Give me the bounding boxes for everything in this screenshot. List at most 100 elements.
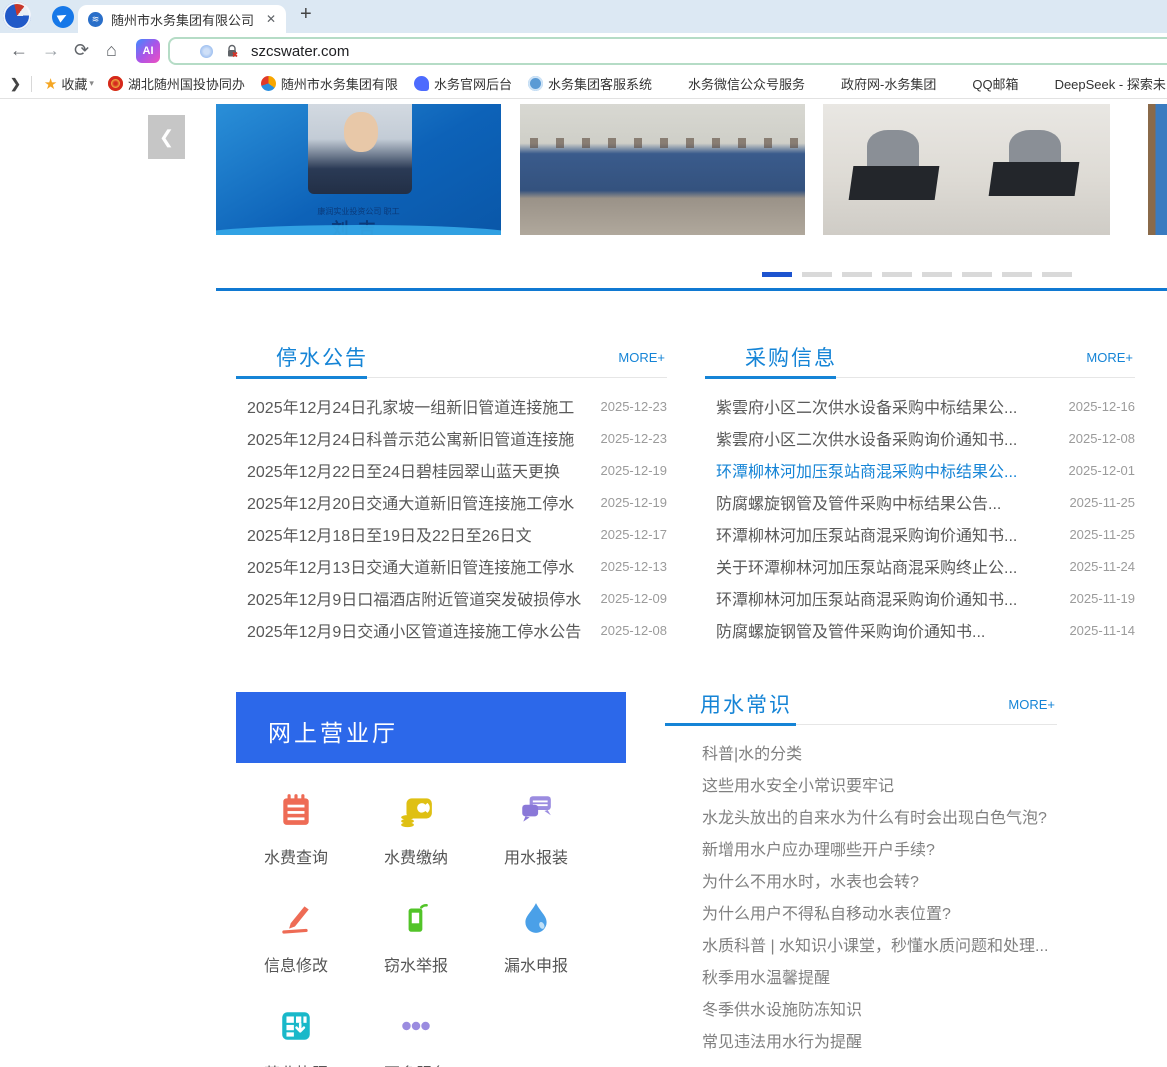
- item-date: 2025-11-25: [1069, 495, 1135, 510]
- service-info-modify[interactable]: 信息修改: [236, 896, 356, 1004]
- knowledge-list-item[interactable]: 为什么用户不得私自移动水表位置?: [665, 899, 1057, 931]
- blue-divider-line: [216, 288, 1167, 291]
- site-info-icon[interactable]: [200, 45, 213, 58]
- outage-list-item[interactable]: 2025年12月13日交通大道新旧管连接施工停水2025-12-13: [236, 550, 667, 582]
- item-date: 2025-11-25: [1069, 527, 1135, 542]
- new-tab-button[interactable]: +: [300, 3, 312, 26]
- service-business-license[interactable]: 营业执照: [236, 1004, 356, 1067]
- carousel-dot[interactable]: [762, 272, 792, 277]
- tab-title: 随州市水务集团有限公司: [111, 10, 258, 29]
- bookmark-item[interactable]: 水务官网后台: [414, 74, 512, 93]
- knowledge-list-item[interactable]: 水质科普 | 水知识小课堂，秒懂水质问题和处理...: [665, 931, 1057, 963]
- carousel-photo-employee-card[interactable]: 康润实业投资公司 职工 刘吉: [216, 104, 501, 235]
- service-water-installation[interactable]: 用水报装: [476, 788, 596, 896]
- browser-tab[interactable]: ≋ 随州市水务集团有限公司 ✕: [78, 5, 286, 33]
- carousel-dot[interactable]: [1042, 272, 1072, 277]
- knowledge-more-link[interactable]: MORE+: [1008, 697, 1055, 712]
- water-drop-icon: [476, 900, 596, 938]
- forward-icon[interactable]: →: [42, 40, 60, 61]
- knowledge-list-item[interactable]: 科普|水的分类: [665, 739, 1057, 771]
- wallet-icon: [356, 792, 476, 830]
- bookmark-item[interactable]: 随州市水务集团有限: [261, 74, 398, 93]
- outage-list-item[interactable]: 2025年12月24日科普示范公寓新旧管道连接施2025-12-23: [236, 422, 667, 454]
- online-hall-banner[interactable]: 网上营业厅: [236, 692, 626, 763]
- more-dots-icon: [356, 1008, 476, 1046]
- carousel-dot[interactable]: [1002, 272, 1032, 277]
- sidebar-toggle-icon[interactable]: ❯: [10, 76, 21, 92]
- bookmark-item[interactable]: QQ邮箱: [952, 74, 1018, 93]
- item-title: 2025年12月22日至24日碧桂园翠山蓝天更换: [236, 458, 568, 482]
- knowledge-list-item[interactable]: 这些用水安全小常识要牢记: [665, 771, 1057, 803]
- service-label: 更多服务: [356, 1060, 476, 1067]
- procurement-list-item-highlighted[interactable]: 环潭柳林河加压泵站商混采购中标结果公...2025-12-01: [705, 454, 1135, 486]
- bookmark-icon: [528, 76, 543, 91]
- outage-list-item[interactable]: 2025年12月22日至24日碧桂园翠山蓝天更换2025-12-19: [236, 454, 667, 486]
- outage-list-item[interactable]: 2025年12月18日至19日及22日至26日文2025-12-17: [236, 518, 667, 550]
- url-text[interactable]: szcswater.com: [251, 43, 349, 60]
- carousel-dot[interactable]: [962, 272, 992, 277]
- service-water-fee-payment[interactable]: 水费缴纳: [356, 788, 476, 896]
- bookmark-item[interactable]: DeepSeek - 探索未: [1035, 74, 1166, 93]
- knowledge-list-item[interactable]: 常见违法用水行为提醒: [665, 1027, 1057, 1059]
- item-date: 2025-12-23: [601, 431, 668, 446]
- service-water-fee-query[interactable]: 水费查询: [236, 788, 356, 896]
- knowledge-list-item[interactable]: 为什么不用水时，水表也会转?: [665, 867, 1057, 899]
- bookmark-item[interactable]: 水务集团客服系统: [528, 74, 652, 93]
- carousel-pagination: [762, 272, 1072, 277]
- carousel-photo-office[interactable]: [823, 104, 1110, 235]
- carousel-dot[interactable]: [922, 272, 952, 277]
- knowledge-list-item[interactable]: 新增用水户应办理哪些开户手续?: [665, 835, 1057, 867]
- knowledge-list-item[interactable]: 冬季供水设施防冻知识: [665, 995, 1057, 1027]
- procurement-list-item[interactable]: 紫雲府小区二次供水设备采购询价通知书...2025-12-08: [705, 422, 1135, 454]
- bookmark-label: 湖北随州国投协同办: [128, 74, 245, 93]
- knowledge-list-item[interactable]: 秋季用水温馨提醒: [665, 963, 1057, 995]
- knowledge-section-title: 用水常识: [700, 689, 792, 719]
- carousel-photo-group[interactable]: [520, 104, 805, 235]
- carousel-dot[interactable]: [802, 272, 832, 277]
- procurement-section-title: 采购信息: [745, 342, 837, 372]
- procurement-list-item[interactable]: 防腐螺旋钢管及管件采购中标结果公告... 2025-11-25: [705, 486, 1135, 518]
- home-icon[interactable]: ⌂: [106, 40, 117, 61]
- item-date: 2025-11-19: [1069, 591, 1135, 606]
- bookmark-icon: [414, 76, 429, 91]
- bookmark-item[interactable]: 政府网-水务集团: [821, 74, 936, 93]
- item-title: 防腐螺旋钢管及管件采购中标结果公告...: [705, 490, 1009, 514]
- reload-icon[interactable]: ⟳: [74, 40, 89, 61]
- item-title: 紫雲府小区二次供水设备采购询价通知书...: [705, 426, 1025, 450]
- bookmark-item[interactable]: 湖北随州国投协同办: [108, 74, 245, 93]
- favorites-star-icon[interactable]: ★: [44, 75, 57, 93]
- ai-assistant-icon[interactable]: AI: [136, 39, 160, 63]
- procurement-list-item[interactable]: 环潭柳林河加压泵站商混采购询价通知书...2025-11-25: [705, 518, 1135, 550]
- service-leak-report[interactable]: 漏水申报: [476, 896, 596, 1004]
- outage-list-item[interactable]: 2025年12月20日交通大道新旧管连接施工停水2025-12-19: [236, 486, 667, 518]
- pinned-app-icon[interactable]: [52, 6, 74, 28]
- browser-tab-strip: ≋ 随州市水务集团有限公司 ✕ +: [0, 0, 1167, 33]
- knowledge-list-item[interactable]: 水龙头放出的自来水为什么有时会出现白色气泡?: [665, 803, 1057, 835]
- favorites-caret-icon[interactable]: ▾: [89, 78, 94, 89]
- carousel-photo-partial[interactable]: [1148, 104, 1167, 235]
- item-title: 2025年12月24日孔家坡一组新旧管道连接施工: [236, 394, 582, 418]
- address-bar[interactable]: szcswater.com: [168, 37, 1167, 65]
- item-date: 2025-11-24: [1069, 559, 1135, 574]
- outage-list-item[interactable]: 2025年12月9日口福酒店附近管道突发破损停水2025-12-09: [236, 582, 667, 614]
- service-theft-report[interactable]: 窃水举报: [356, 896, 476, 1004]
- tab-close-icon[interactable]: ✕: [266, 12, 276, 26]
- procurement-list-item[interactable]: 紫雲府小区二次供水设备采购中标结果公...2025-12-16: [705, 390, 1135, 422]
- procurement-list-item[interactable]: 环潭柳林河加压泵站商混采购询价通知书...2025-11-19: [705, 582, 1135, 614]
- outage-list-item[interactable]: 2025年12月24日孔家坡一组新旧管道连接施工2025-12-23: [236, 390, 667, 422]
- carousel-dot[interactable]: [882, 272, 912, 277]
- outage-list-item[interactable]: 2025年12月9日交通小区管道连接施工停水公告2025-12-08: [236, 614, 667, 646]
- procurement-list-item[interactable]: 防腐螺旋钢管及管件采购询价通知书...2025-11-14: [705, 614, 1135, 646]
- favorites-label[interactable]: 收藏: [61, 74, 87, 93]
- procurement-more-link[interactable]: MORE+: [1086, 350, 1133, 365]
- service-label: 漏水申报: [476, 952, 596, 976]
- insecure-lock-icon[interactable]: [225, 44, 239, 58]
- service-more[interactable]: 更多服务: [356, 1004, 476, 1067]
- outage-more-link[interactable]: MORE+: [618, 350, 665, 365]
- group-photo-figures: [520, 138, 805, 148]
- carousel-prev-button[interactable]: ❮: [148, 115, 185, 159]
- procurement-list-item[interactable]: 关于环潭柳林河加压泵站商混采购终止公...2025-11-24: [705, 550, 1135, 582]
- bookmark-item[interactable]: 水务微信公众号服务: [668, 74, 805, 93]
- back-icon[interactable]: ←: [10, 40, 28, 61]
- carousel-dot[interactable]: [842, 272, 872, 277]
